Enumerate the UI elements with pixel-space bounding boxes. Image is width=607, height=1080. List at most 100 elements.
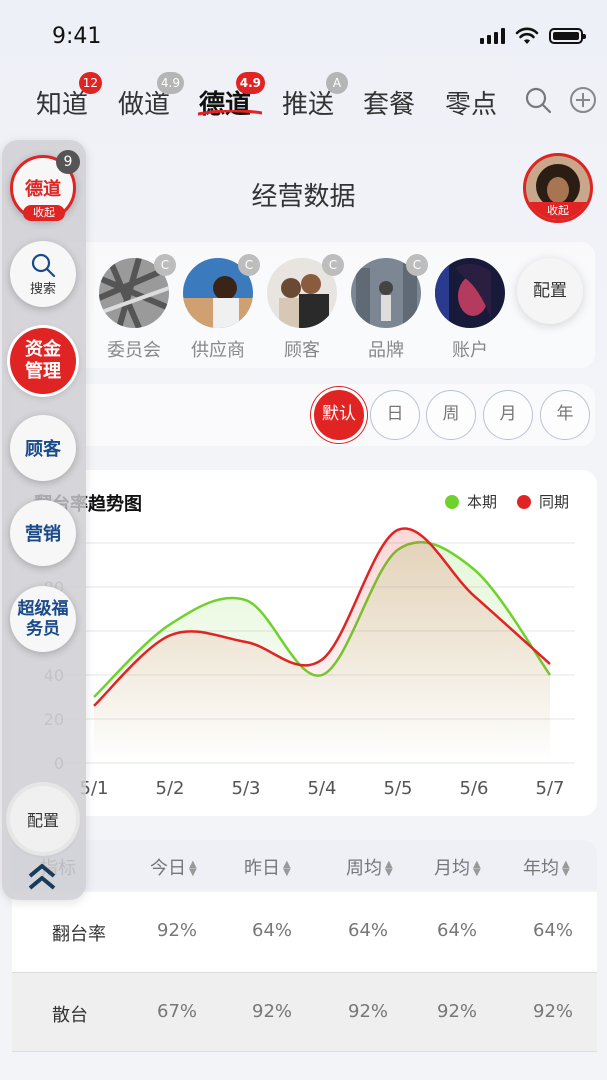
period-year-button[interactable]: 年 bbox=[540, 390, 590, 440]
period-week-button[interactable]: 周 bbox=[426, 390, 476, 440]
entity-badge: C bbox=[238, 254, 260, 276]
side-collapse-tag[interactable]: 收起 bbox=[23, 205, 65, 221]
side-button-label: 超级福务员 bbox=[17, 599, 69, 639]
side-button-label: 资金管理 bbox=[25, 339, 61, 382]
legend-dot bbox=[445, 494, 459, 509]
side-fund-button[interactable]: 资金管理 bbox=[10, 328, 76, 394]
side-marketing-button[interactable]: 营销 bbox=[10, 500, 76, 566]
sort-icon: ▲ ▼ bbox=[189, 859, 197, 878]
row-label: 散台 bbox=[52, 1005, 88, 1026]
row-label: 翻台率 bbox=[52, 924, 106, 945]
tab-badge: 4.9 bbox=[235, 72, 266, 94]
tab-zuodao[interactable]: 做道 4.9 bbox=[118, 72, 185, 121]
legend-dot bbox=[517, 494, 531, 509]
tab-label: 套餐 bbox=[363, 90, 416, 120]
period-month-button[interactable]: 月 bbox=[483, 390, 533, 440]
side-button-label: 营销 bbox=[25, 524, 61, 545]
tab-label: 推送 bbox=[282, 90, 335, 120]
cell-month: 64% bbox=[437, 920, 478, 941]
table-header-label: 昨日 bbox=[244, 858, 280, 879]
tab-label: 零点 bbox=[445, 90, 498, 120]
cell-month: 92% bbox=[437, 1001, 478, 1022]
tab-badge: 4.9 bbox=[156, 72, 185, 94]
entity-label: 账户 bbox=[452, 340, 488, 361]
sort-icon: ▲ ▼ bbox=[283, 859, 291, 878]
legend-item-previous: 同期 bbox=[517, 491, 569, 512]
side-super-waiter-button[interactable]: 超级福务员 bbox=[10, 586, 76, 652]
table-header bbox=[12, 840, 597, 890]
side-button-label: 顾客 bbox=[25, 439, 61, 460]
entity-supplier[interactable]: C 供应商 bbox=[182, 254, 260, 362]
table-header-label: 月均 bbox=[434, 858, 470, 879]
user-avatar[interactable]: 收起 bbox=[523, 153, 593, 223]
entity-committee[interactable]: C 委员会 bbox=[98, 254, 176, 362]
legend-label: 本期 bbox=[467, 493, 498, 511]
side-button-label: 搜索 bbox=[29, 281, 56, 297]
entity-badge: C bbox=[154, 254, 176, 276]
page-title: 经营数据 bbox=[251, 182, 356, 212]
entity-account[interactable]: 账户 bbox=[434, 258, 506, 362]
top-tab-bar: 知道 12 做道 4.9 德道 4.9 推送 A 套餐 零点 bbox=[0, 70, 607, 130]
sort-icon: ▲ ▼ bbox=[385, 859, 393, 878]
status-bar: 9:41 bbox=[0, 0, 607, 70]
table-header-label: 周均 bbox=[346, 858, 382, 879]
tab-label: 知道 bbox=[36, 90, 89, 120]
search-icon[interactable] bbox=[524, 86, 552, 114]
search-icon bbox=[31, 253, 56, 277]
wifi-icon bbox=[515, 27, 539, 44]
table-header-week[interactable]: 周均 ▲ ▼ bbox=[346, 854, 393, 880]
entity-customer[interactable]: C 顾客 bbox=[266, 254, 344, 362]
table-header-month[interactable]: 月均 ▲ ▼ bbox=[434, 854, 481, 880]
cell-yesterday: 64% bbox=[252, 920, 293, 941]
entity-config-button[interactable]: 配置 bbox=[517, 258, 583, 324]
cell-today: 67% bbox=[157, 1001, 198, 1022]
tab-taocan[interactable]: 套餐 bbox=[363, 84, 415, 121]
side-customer-button[interactable]: 顾客 bbox=[10, 415, 76, 481]
entity-label: 委员会 bbox=[107, 340, 161, 361]
side-button-label: 配置 bbox=[26, 811, 59, 830]
table-header-year[interactable]: 年均 ▲ ▼ bbox=[523, 854, 570, 880]
page-header: 经营数据 bbox=[0, 150, 607, 240]
cell-today: 92% bbox=[157, 920, 198, 941]
entity-label: 品牌 bbox=[368, 340, 404, 361]
table-row[interactable]: 翻台率 92% 64% 64% 64% 64% bbox=[12, 892, 597, 972]
entity-label: 供应商 bbox=[191, 340, 245, 361]
side-button-label: 德道 bbox=[25, 179, 61, 200]
table-row[interactable]: 散台 67% 92% 92% 92% 92% bbox=[12, 972, 597, 1052]
table-header-label: 今日 bbox=[150, 858, 186, 879]
side-search-button[interactable]: 搜索 bbox=[10, 241, 76, 307]
status-time: 9:41 bbox=[52, 24, 102, 49]
entity-label: 顾客 bbox=[284, 340, 320, 361]
sort-icon: ▲ ▼ bbox=[473, 859, 481, 878]
signal-icon bbox=[480, 28, 505, 44]
sort-icon: ▲ ▼ bbox=[562, 859, 570, 878]
tab-badge: A bbox=[326, 72, 349, 94]
entity-badge: C bbox=[322, 254, 344, 276]
tab-label: 做道 bbox=[118, 90, 171, 120]
active-tab-underline bbox=[198, 110, 262, 116]
entity-image bbox=[435, 258, 505, 328]
legend-label: 同期 bbox=[539, 493, 570, 511]
chart-card bbox=[12, 470, 597, 816]
period-day-button[interactable]: 日 bbox=[370, 390, 420, 440]
tab-zhidao[interactable]: 知道 12 bbox=[36, 72, 103, 121]
cell-year: 92% bbox=[533, 1001, 574, 1022]
legend-item-current: 本期 bbox=[445, 491, 497, 512]
collapse-up-icon[interactable] bbox=[26, 862, 58, 892]
tab-lingdian[interactable]: 零点 bbox=[445, 84, 497, 121]
status-icons bbox=[480, 27, 586, 45]
entity-brand[interactable]: C 品牌 bbox=[350, 254, 428, 362]
table-header-yesterday[interactable]: 昨日 ▲ ▼ bbox=[244, 854, 291, 880]
tab-badge: 12 bbox=[78, 72, 103, 94]
side-menu-badge: 9 bbox=[56, 150, 80, 174]
cell-week: 64% bbox=[348, 920, 389, 941]
avatar-collapse-tag: 收起 bbox=[526, 202, 590, 220]
battery-icon bbox=[549, 28, 586, 44]
add-icon[interactable] bbox=[569, 86, 597, 114]
entity-badge: C bbox=[406, 254, 428, 276]
table-header-today[interactable]: 今日 ▲ ▼ bbox=[150, 854, 197, 880]
period-default-button[interactable]: 默认 bbox=[314, 390, 364, 440]
tab-tuisong[interactable]: 推送 A bbox=[282, 72, 349, 121]
side-config-button[interactable]: 配置 bbox=[10, 786, 76, 852]
cell-year: 64% bbox=[533, 920, 574, 941]
